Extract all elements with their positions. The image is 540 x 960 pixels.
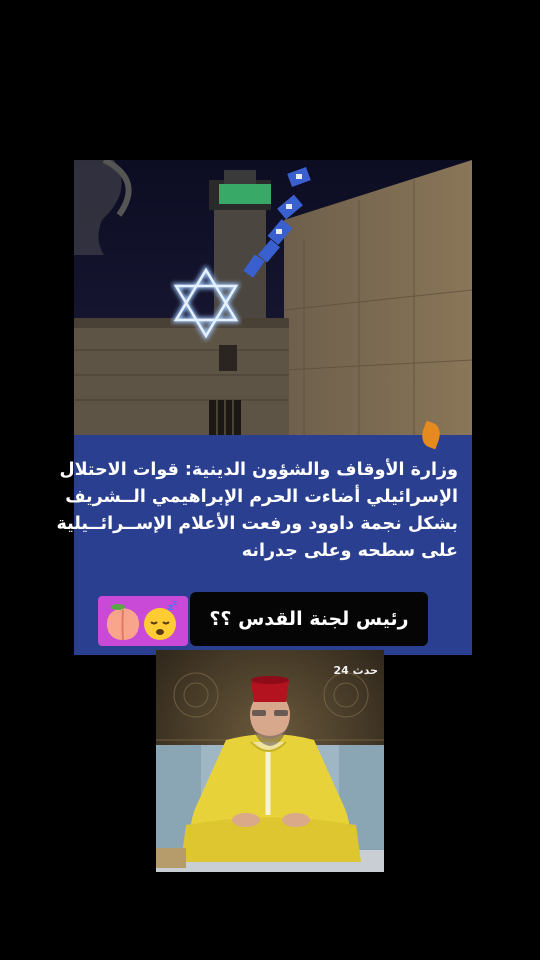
caption-line: على سطحه وعلى جدرانه bbox=[241, 541, 458, 561]
question-label: رئيس لجنة القدس ؟؟ bbox=[190, 592, 428, 646]
news-caption: وزارة الأوقاف والشؤون الدينية: قوات الاح… bbox=[56, 457, 458, 565]
emoji-sticker: z z bbox=[98, 596, 188, 646]
svg-text:z: z bbox=[173, 599, 177, 607]
seated-man-photo: حدث 24 bbox=[156, 650, 384, 872]
caption-line: الإسرائيلي أضاءت الحرم الإبراهيمي الــشر… bbox=[65, 487, 458, 507]
sleeping-face-emoji: z z bbox=[144, 599, 177, 640]
caption-line: وزارة الأوقاف والشؤون الدينية: قوات الاح… bbox=[59, 460, 458, 480]
mosque-night-photo bbox=[74, 160, 472, 435]
peach-emoji bbox=[106, 604, 140, 641]
caption-line: بشكل نجمة داوود ورفعت الأعلام الإســرائـ… bbox=[56, 514, 458, 534]
channel-logo: حدث 24 bbox=[333, 664, 378, 677]
